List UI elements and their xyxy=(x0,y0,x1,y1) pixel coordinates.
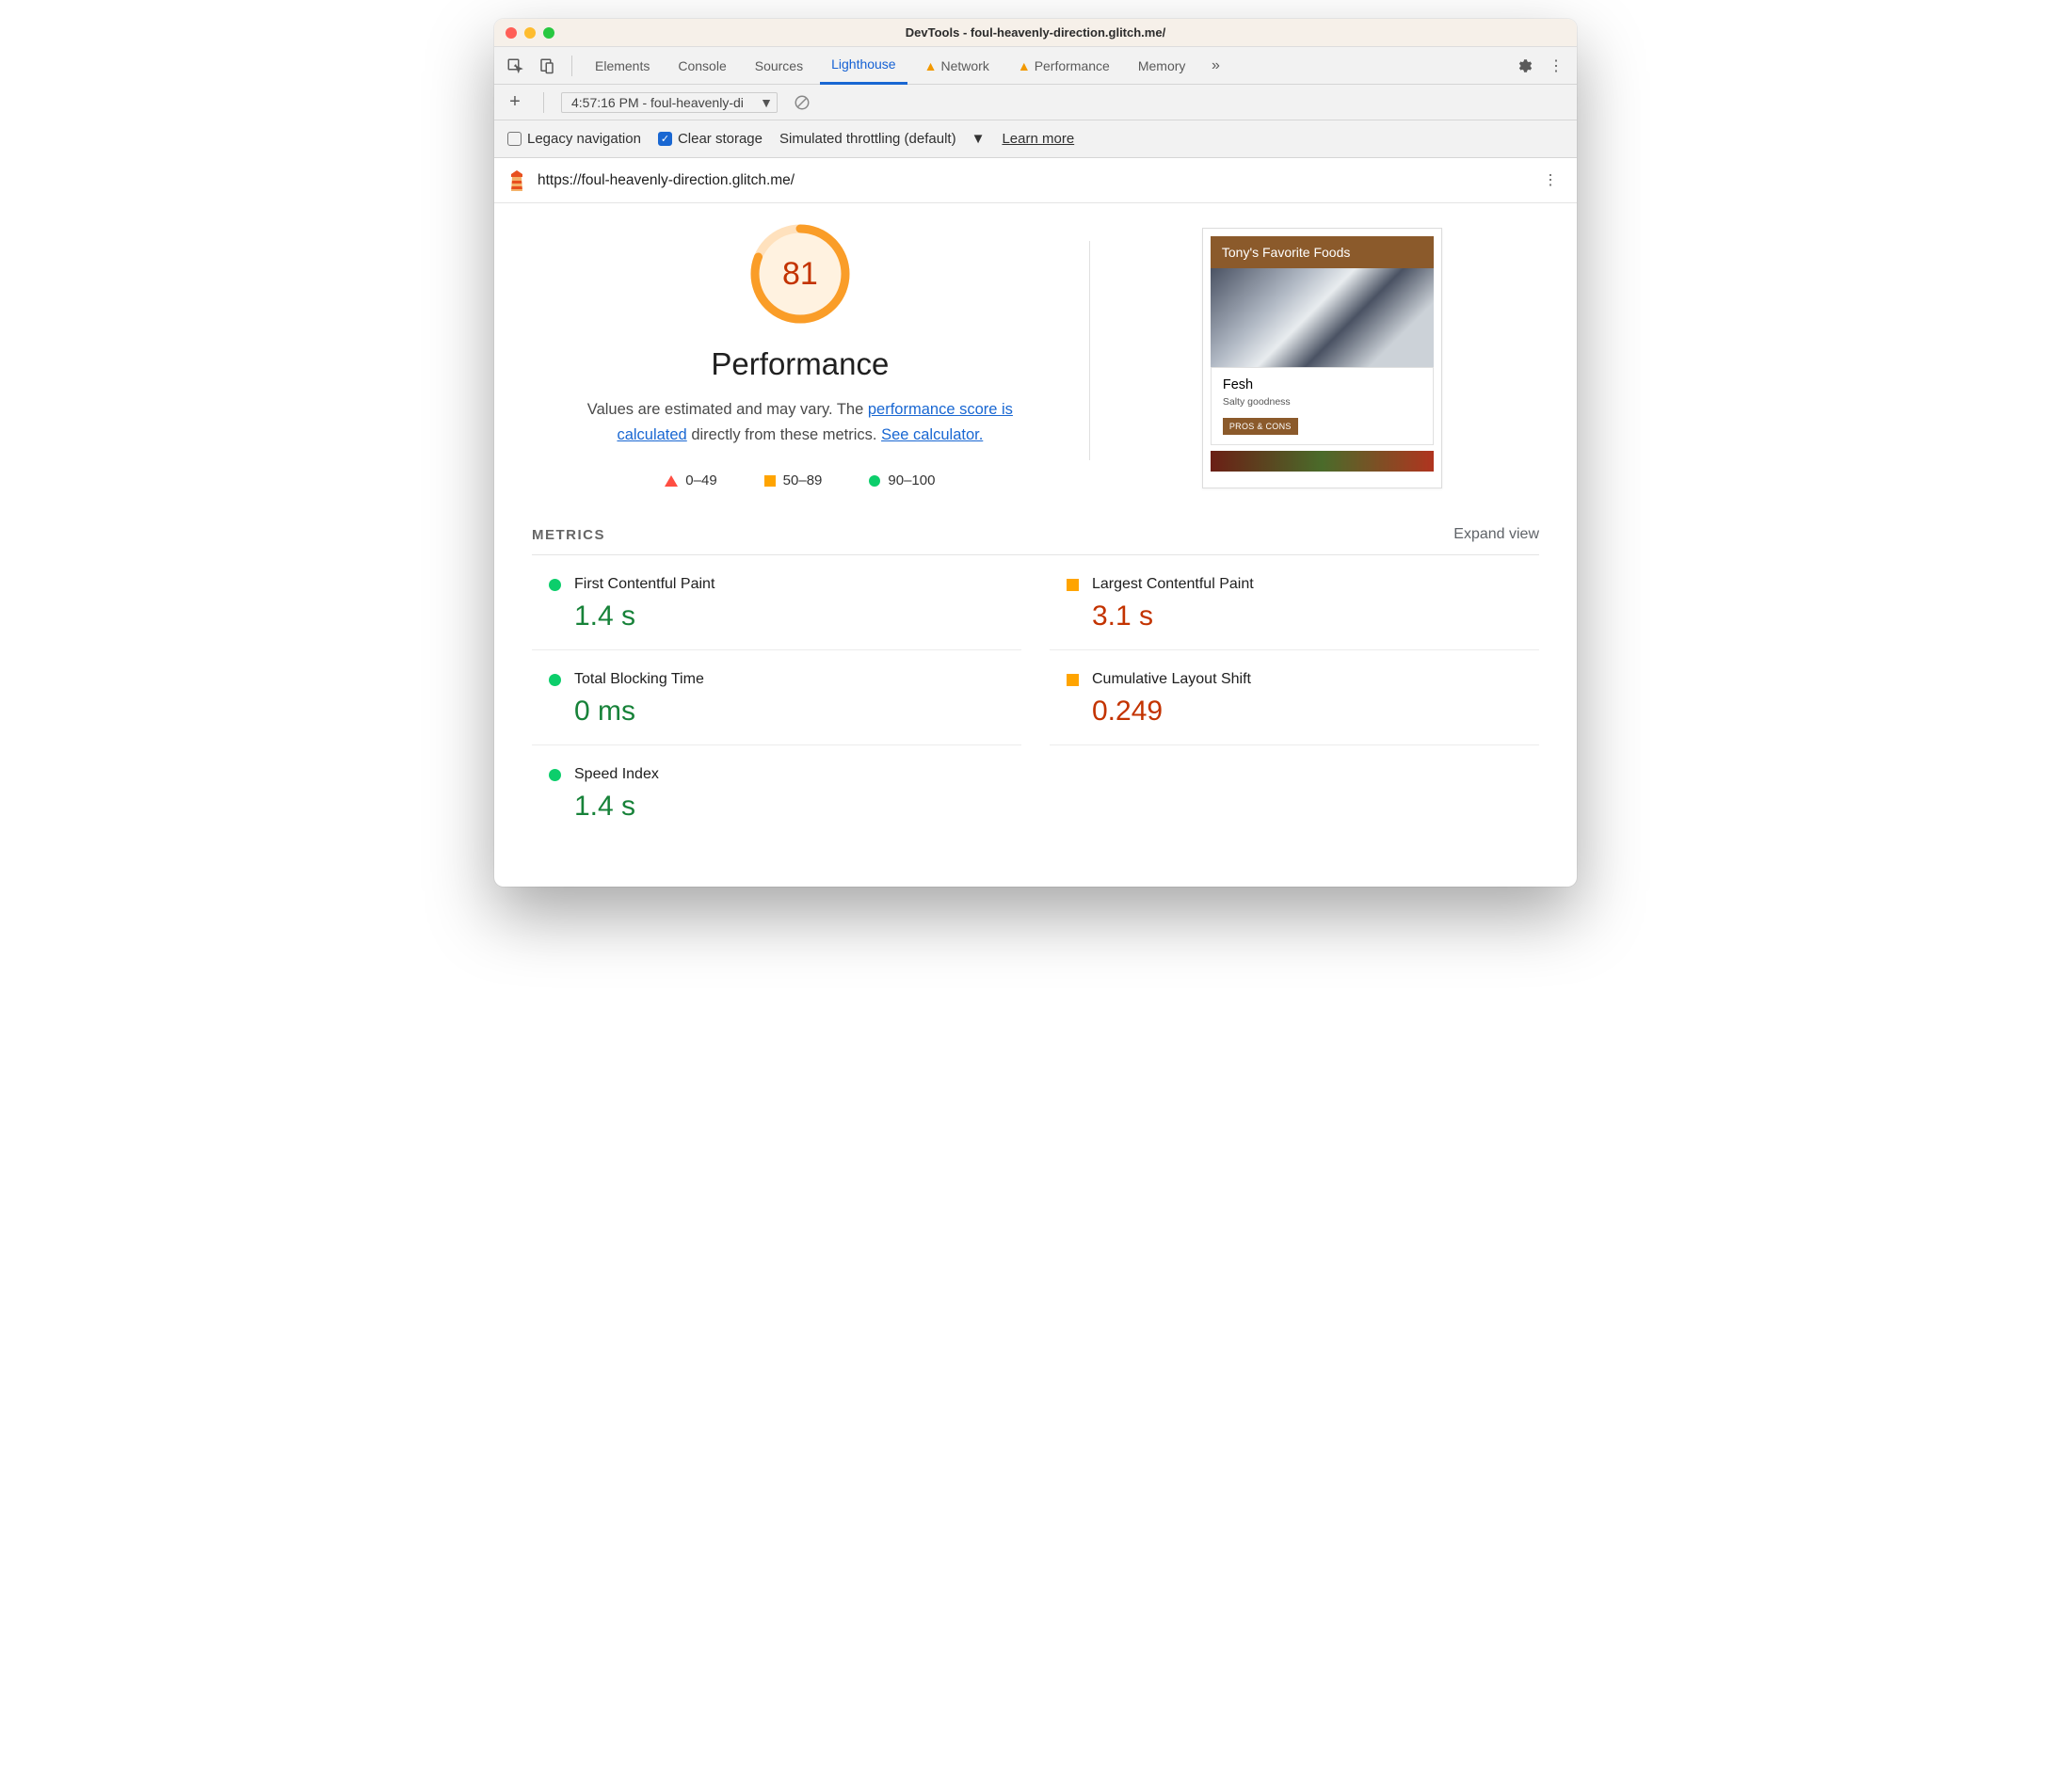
devtools-tabbar: Elements Console Sources Lighthouse ▲ Ne… xyxy=(494,47,1577,85)
report-url: https://foul-heavenly-direction.glitch.m… xyxy=(538,172,795,189)
metric-lcp[interactable]: Largest Contentful Paint 3.1 s xyxy=(1050,555,1539,650)
metric-label: Cumulative Layout Shift xyxy=(1092,671,1251,688)
chevron-down-icon: ▼ xyxy=(760,95,773,110)
metric-value: 1.4 s xyxy=(574,600,1021,632)
separator xyxy=(543,92,544,113)
separator xyxy=(571,56,572,76)
performance-title: Performance xyxy=(711,346,889,382)
throttling-label: Simulated throttling (default) xyxy=(779,131,956,147)
preview-header: Tony's Favorite Foods xyxy=(1211,236,1434,268)
new-report-icon[interactable]: + xyxy=(504,91,526,113)
tab-elements[interactable]: Elements xyxy=(584,47,661,85)
inspect-icon[interactable] xyxy=(502,53,528,79)
checkbox-checked-icon: ✓ xyxy=(658,132,672,146)
see-calculator-link[interactable]: See calculator. xyxy=(881,426,983,443)
window-title: DevTools - foul-heavenly-direction.glitc… xyxy=(494,25,1577,40)
clear-storage-checkbox[interactable]: ✓ Clear storage xyxy=(658,131,763,147)
chevron-down-icon: ▼ xyxy=(971,131,986,147)
square-icon xyxy=(764,475,776,487)
metric-label: First Contentful Paint xyxy=(574,576,714,593)
performance-score: 81 xyxy=(748,222,852,326)
tab-performance[interactable]: ▲ Performance xyxy=(1006,47,1121,85)
legend-pass: 90–100 xyxy=(869,472,935,488)
triangle-icon xyxy=(665,475,678,487)
vertical-divider xyxy=(1089,241,1090,460)
preview-card-title: Fesh xyxy=(1223,377,1421,392)
square-icon xyxy=(1067,674,1079,686)
metric-cls[interactable]: Cumulative Layout Shift 0.249 xyxy=(1050,650,1539,745)
window-titlebar: DevTools - foul-heavenly-direction.glitc… xyxy=(494,19,1577,47)
tab-performance-label: Performance xyxy=(1035,58,1110,73)
performance-summary: 81 Performance Values are estimated and … xyxy=(494,203,1577,488)
metric-value: 0.249 xyxy=(1092,696,1539,728)
devtools-window: DevTools - foul-heavenly-direction.glitc… xyxy=(494,19,1577,887)
expand-view-button[interactable]: Expand view xyxy=(1453,526,1539,543)
metric-value: 3.1 s xyxy=(1092,600,1539,632)
clear-storage-label: Clear storage xyxy=(678,131,763,147)
legend-fail: 0–49 xyxy=(665,472,716,488)
circle-icon xyxy=(549,769,561,781)
report-url-bar: https://foul-heavenly-direction.glitch.m… xyxy=(494,158,1577,203)
throttling-dropdown[interactable]: Simulated throttling (default) ▼ xyxy=(779,131,985,147)
tab-sources[interactable]: Sources xyxy=(744,47,814,85)
metric-label: Largest Contentful Paint xyxy=(1092,576,1254,593)
score-legend: 0–49 50–89 90–100 xyxy=(665,472,935,488)
metric-value: 0 ms xyxy=(574,696,1021,728)
report-selector[interactable]: 4:57:16 PM - foul-heavenly-di ▼ xyxy=(561,92,778,113)
square-icon xyxy=(1067,579,1079,591)
tab-network[interactable]: ▲ Network xyxy=(913,47,1001,85)
gear-icon[interactable] xyxy=(1511,53,1537,79)
performance-description: Values are estimated and may vary. The p… xyxy=(579,397,1021,448)
lighthouse-toolbar: + 4:57:16 PM - foul-heavenly-di ▼ xyxy=(494,85,1577,120)
more-tabs-icon[interactable]: » xyxy=(1202,53,1228,79)
report-selector-label: 4:57:16 PM - foul-heavenly-di xyxy=(571,95,744,110)
metrics-section: METRICS Expand view First Contentful Pai… xyxy=(494,488,1577,887)
metrics-heading: METRICS xyxy=(532,527,605,543)
legend-average: 50–89 xyxy=(764,472,823,488)
preview-image xyxy=(1211,268,1434,367)
circle-icon xyxy=(869,475,880,487)
learn-more-link[interactable]: Learn more xyxy=(1002,131,1074,147)
preview-card-button: PROS & CONS xyxy=(1223,418,1298,435)
legacy-nav-label: Legacy navigation xyxy=(527,131,641,147)
checkbox-icon xyxy=(507,132,522,146)
circle-icon xyxy=(549,674,561,686)
performance-gauge: 81 xyxy=(748,222,852,326)
metric-label: Speed Index xyxy=(574,766,659,783)
lighthouse-icon xyxy=(507,168,526,193)
metric-label: Total Blocking Time xyxy=(574,671,704,688)
metric-value: 1.4 s xyxy=(574,791,1021,823)
preview-card: Fesh Salty goodness PROS & CONS xyxy=(1211,367,1434,445)
tab-lighthouse[interactable]: Lighthouse xyxy=(820,47,907,85)
metric-fcp[interactable]: First Contentful Paint 1.4 s xyxy=(532,555,1021,650)
preview-card-subtitle: Salty goodness xyxy=(1223,396,1421,408)
warning-icon: ▲ xyxy=(1018,58,1031,73)
lighthouse-settings: Legacy navigation ✓ Clear storage Simula… xyxy=(494,120,1577,158)
tab-memory[interactable]: Memory xyxy=(1127,47,1197,85)
clear-icon[interactable] xyxy=(789,89,815,116)
device-toggle-icon[interactable] xyxy=(534,53,560,79)
metric-tbt[interactable]: Total Blocking Time 0 ms xyxy=(532,650,1021,745)
tab-network-label: Network xyxy=(940,58,988,73)
warning-icon: ▲ xyxy=(924,58,938,73)
circle-icon xyxy=(549,579,561,591)
legacy-nav-checkbox[interactable]: Legacy navigation xyxy=(507,131,641,147)
page-screenshot-preview: Tony's Favorite Foods Fesh Salty goodnes… xyxy=(1202,228,1442,488)
kebab-icon[interactable]: ⋮ xyxy=(1537,168,1564,194)
kebab-icon[interactable]: ⋮ xyxy=(1543,53,1569,79)
preview-image-2 xyxy=(1211,451,1434,472)
tab-console[interactable]: Console xyxy=(666,47,737,85)
metric-si[interactable]: Speed Index 1.4 s xyxy=(532,745,1021,840)
